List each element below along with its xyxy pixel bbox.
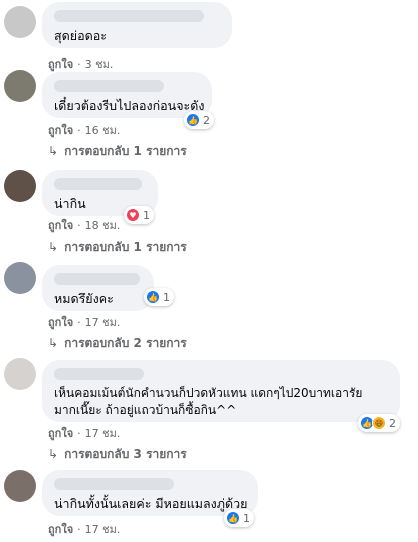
reaction-summary[interactable]: 👍 1 xyxy=(224,509,254,527)
comment-actions: ถูกใจ · 17 ชม. xyxy=(48,316,121,329)
comment-text-line-2: มากเนี๊ยะ ถ้าอยู่แถวบ้านก็ซื้อกิน^^ xyxy=(54,403,237,417)
timestamp[interactable]: 3 ชม. xyxy=(85,58,114,71)
reaction-count: 2 xyxy=(203,113,210,127)
avatar[interactable] xyxy=(4,262,36,294)
commenter-name-blurred[interactable] xyxy=(54,80,164,92)
like-button[interactable]: ถูกใจ xyxy=(48,316,73,329)
comment-actions: ถูกใจ · 16 ชม. xyxy=(48,124,121,137)
avatar[interactable] xyxy=(4,358,36,390)
comment-text: น่ากินทั้งนั้นเลยค่ะ มีหอยแมลงภู่ด้วย xyxy=(54,496,248,511)
reaction-summary[interactable]: 👍 😆 2 xyxy=(358,414,400,432)
reply-arrow-icon: ↳ xyxy=(48,144,59,158)
comment-actions: ถูกใจ · 17 ชม. xyxy=(48,427,121,440)
comment-text: เดี๋ยวต้องรีบไปลองก่อนจะดัง xyxy=(54,98,205,113)
replies-label: การตอบกลับ 3 รายการ xyxy=(64,447,187,461)
commenter-name-blurred[interactable] xyxy=(54,478,174,490)
replies-label: การตอบกลับ 2 รายการ xyxy=(64,336,187,350)
view-replies-link[interactable]: ↳ การตอบกลับ 3 รายการ xyxy=(48,445,187,464)
heart-icon: ♥ xyxy=(126,208,140,222)
comment-actions: ถูกใจ · 3 ชม. xyxy=(48,58,114,71)
reaction-summary[interactable]: ♥ 1 xyxy=(124,206,154,224)
like-button[interactable]: ถูกใจ xyxy=(48,523,73,536)
reaction-summary[interactable]: 👍 2 xyxy=(184,111,214,129)
view-replies-link[interactable]: ↳ การตอบกลับ 1 รายการ xyxy=(48,238,187,257)
reaction-count: 1 xyxy=(143,208,150,222)
comment-actions: ถูกใจ · 18 ชม. xyxy=(48,219,121,232)
reply-arrow-icon: ↳ xyxy=(48,336,59,350)
reaction-count: 2 xyxy=(389,416,396,430)
view-replies-link[interactable]: ↳ การตอบกลับ 1 รายการ xyxy=(48,142,187,161)
commenter-name-blurred[interactable] xyxy=(54,368,144,380)
comment-text-line-1: เห็นคอมเม้นต์นักคำนวนก็ปวดหัวแทน แดกๆไป2… xyxy=(54,386,363,400)
comment-bubble: หมดรึยังคะ xyxy=(42,265,154,311)
avatar[interactable] xyxy=(4,70,36,102)
like-button[interactable]: ถูกใจ xyxy=(48,124,73,137)
like-button[interactable]: ถูกใจ xyxy=(48,427,73,440)
comment-actions: ถูกใจ · 17 ชม. xyxy=(48,523,121,536)
comment-bubble: สุดย่อดอะ xyxy=(42,2,232,48)
comment-bubble: น่ากินทั้งนั้นเลยค่ะ มีหอยแมลงภู่ด้วย xyxy=(42,470,258,516)
avatar[interactable] xyxy=(4,6,36,38)
thumbs-up-icon: 👍 xyxy=(226,511,240,525)
replies-label: การตอบกลับ 1 รายการ xyxy=(64,240,187,254)
comment-bubble: เห็นคอมเม้นต์นักคำนวนก็ปวดหัวแทน แดกๆไป2… xyxy=(42,360,400,422)
timestamp[interactable]: 17 ชม. xyxy=(85,523,121,536)
like-button[interactable]: ถูกใจ xyxy=(48,58,73,71)
timestamp[interactable]: 17 ชม. xyxy=(85,427,121,440)
commenter-name-blurred[interactable] xyxy=(54,178,142,190)
reaction-count: 1 xyxy=(243,511,250,525)
comment-text: หมดรึยังคะ xyxy=(54,291,114,306)
thumbs-up-icon: 👍 xyxy=(186,113,200,127)
reply-arrow-icon: ↳ xyxy=(48,447,59,461)
avatar[interactable] xyxy=(4,170,36,202)
reaction-count: 1 xyxy=(163,290,170,304)
commenter-name-blurred[interactable] xyxy=(54,273,140,285)
comment-text: สุดย่อดอะ xyxy=(54,28,107,43)
laughing-face-icon: 😆 xyxy=(372,416,386,430)
thumbs-up-icon: 👍 xyxy=(146,290,160,304)
view-replies-link[interactable]: ↳ การตอบกลับ 2 รายการ xyxy=(48,334,187,353)
reaction-summary[interactable]: 👍 1 xyxy=(144,288,174,306)
comment-bubble: เดี๋ยวต้องรีบไปลองก่อนจะดัง xyxy=(42,72,212,118)
timestamp[interactable]: 17 ชม. xyxy=(85,316,121,329)
timestamp[interactable]: 16 ชม. xyxy=(85,124,121,137)
commenter-name-blurred[interactable] xyxy=(54,10,204,22)
like-button[interactable]: ถูกใจ xyxy=(48,219,73,232)
replies-label: การตอบกลับ 1 รายการ xyxy=(64,144,187,158)
avatar[interactable] xyxy=(4,470,36,502)
reply-arrow-icon: ↳ xyxy=(48,240,59,254)
timestamp[interactable]: 18 ชม. xyxy=(85,219,121,232)
